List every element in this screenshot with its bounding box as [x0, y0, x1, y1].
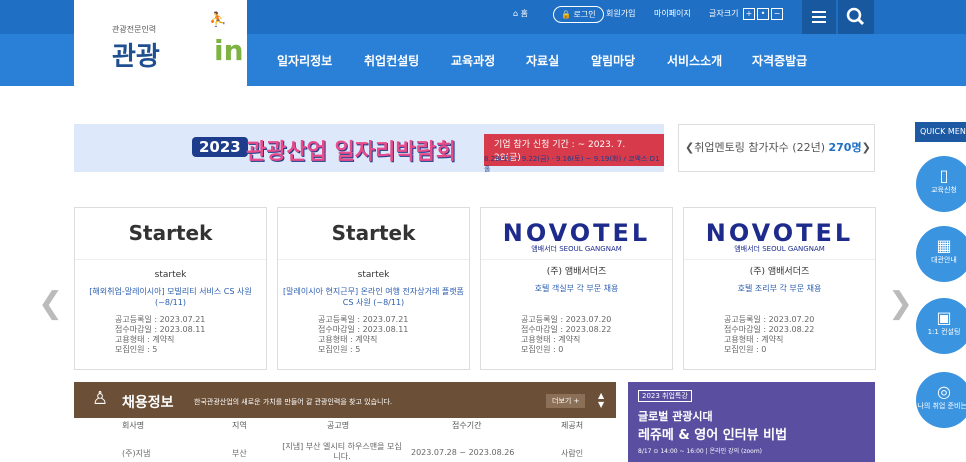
mypage-link[interactable]: 마이페이지: [654, 8, 691, 19]
banner-title: 관광산업 일자리박람회: [246, 140, 457, 165]
jobs-title: 채용정보: [122, 395, 174, 411]
mentoring-counter: ❮취업멘토링 참가자수 (22년) 270명❯: [678, 124, 875, 172]
promo-title2: 레쥬메 & 영어 인터뷰 비법: [638, 428, 788, 443]
jobs-desc: 한국관광산업의 새로운 가치를 만들어 갈 관광인력을 찾고 있습니다.: [194, 398, 393, 406]
job-card[interactable]: NOVOTEL 앰배서더 SEOUL GANGNAM (주) 앰배서더즈 호텔 …: [480, 207, 673, 370]
font-decrease-button[interactable]: −: [771, 8, 783, 20]
quick-education[interactable]: ▯ 교육신청: [916, 156, 966, 212]
banner-year: 2023: [192, 137, 248, 157]
font-increase-button[interactable]: +: [743, 8, 755, 20]
card-company: startek: [154, 270, 187, 280]
nav-consulting[interactable]: 취업컨설팅: [364, 52, 419, 69]
card-meta: 공고등록일 : 2023.07.21 접수마감일 : 2023.08.11 고용형태…: [115, 315, 206, 354]
card-title[interactable]: 호텔 객실부 각 부문 채용: [481, 283, 672, 294]
card-meta: 공고등록일 : 2023.07.20 접수마감일 : 2023.08.22 고용형태…: [521, 315, 612, 354]
logo-figure-icon: ⛹: [209, 12, 227, 28]
card-company: (주) 앰배서더즈: [546, 267, 607, 277]
event-banner[interactable]: 2023 관광산업 일자리박람회 기업 참가 신청 기간 : ~ 2023. 7…: [74, 124, 664, 172]
quick-job-check[interactable]: ◎ 나의 취업 준비는?: [916, 372, 966, 428]
nav-education[interactable]: 교육과정: [451, 52, 495, 69]
jobs-header: ♙ 채용정보 한국관광산업의 새로운 가치를 만들어 갈 관광인력을 찾고 있습…: [74, 382, 616, 418]
font-size-control: 글자크기 + • −: [709, 8, 783, 20]
card-company: startek: [357, 270, 390, 280]
card-meta: 공고등록일 : 2023.07.21 접수마감일 : 2023.08.11 고용형태…: [318, 315, 409, 354]
site-logo[interactable]: 관광전문인력 관광 ⛹ in: [74, 0, 247, 86]
nav-notice[interactable]: 알림마당: [591, 52, 635, 69]
calendar-icon: ▦: [936, 236, 952, 255]
counter-label: 취업멘토링 참가자수 (22년): [694, 141, 825, 154]
font-reset-button[interactable]: •: [757, 8, 769, 20]
card-title[interactable]: 호텔 조리부 각 부문 채용: [684, 283, 875, 294]
banner-schedule: 8.26(토) ~ 9.22(금) · 9.16(토) ~ 9.19(화) / …: [484, 155, 660, 172]
quick-rental[interactable]: ▦ 대관안내: [916, 226, 966, 282]
logo-word: 관광: [112, 42, 160, 72]
card-title[interactable]: [해외취업-말레이시아] 모빌리티 서비스 CS 사원 (~8/11): [75, 286, 266, 308]
nav-jobs[interactable]: 일자리정보: [277, 52, 332, 69]
card-meta: 공고등록일 : 2023.07.20 접수마감일 : 2023.08.22 고용형태…: [724, 315, 815, 354]
signup-link[interactable]: 회원가입: [606, 8, 635, 19]
counter-prev-icon[interactable]: ❮: [685, 141, 694, 154]
document-icon: ▯: [939, 166, 949, 185]
nav-resources[interactable]: 자료실: [526, 52, 559, 69]
logo-tagline: 관광전문인력: [112, 25, 157, 34]
carousel-next-icon[interactable]: ❯: [888, 286, 913, 321]
search-button[interactable]: [838, 0, 874, 34]
font-size-label: 글자크기: [709, 9, 739, 18]
search-icon: [846, 7, 865, 26]
logo-in: in: [214, 34, 244, 67]
card-title[interactable]: [말레이시아 현지근무] 온라인 여행 전자상거래 플랫폼 CS 사원 (~8/…: [278, 286, 469, 308]
search-person-icon: ◎: [937, 382, 951, 401]
jobs-scroll-icon[interactable]: ▲ ▼: [598, 391, 604, 409]
home-link[interactable]: ⌂ 홈: [513, 8, 528, 19]
jobs-section: ♙ 채용정보 한국관광산업의 새로운 가치를 만들어 갈 관광인력을 찾고 있습…: [74, 382, 616, 462]
promo-title: 글로벌 관광시대: [638, 410, 713, 423]
jobs-more-button[interactable]: 더보기 +: [546, 394, 586, 408]
counter-value: 270명: [828, 141, 862, 154]
company-logo: Startek: [278, 208, 469, 260]
hamburger-icon: [812, 11, 826, 23]
job-card[interactable]: Startek startek [해외취업-말레이시아] 모빌리티 서비스 CS…: [74, 207, 267, 370]
company-logo: Startek: [75, 208, 266, 260]
job-card[interactable]: Startek startek [말레이시아 현지근무] 온라인 여행 전자상거…: [277, 207, 470, 370]
quick-consulting[interactable]: ▣ 1:1 컨설팅: [916, 298, 966, 354]
promo-banner[interactable]: 2023 취업특강 글로벌 관광시대 레쥬메 & 영어 인터뷰 비법 8/17 …: [628, 382, 875, 462]
jobs-columns: 회사명 지역 공고명 접수기간 제공처: [122, 421, 584, 430]
card-company: (주) 앰배서더즈: [749, 267, 810, 277]
monitor-icon: ▣: [936, 308, 952, 327]
menu-button[interactable]: [802, 0, 836, 34]
quick-menu-title: QUICK MENU: [915, 122, 966, 142]
login-button[interactable]: 🔒 로그인: [553, 6, 604, 23]
carousel-prev-icon[interactable]: ❮: [38, 286, 63, 321]
promo-date: 8/17 ⊙ 14:00 ~ 16:00 | 온라인 강의 (zoom): [638, 448, 763, 455]
nav-certificate[interactable]: 자격증발급: [752, 52, 807, 69]
job-card[interactable]: NOVOTEL 앰배서더 SEOUL GANGNAM (주) 앰배서더즈 호텔 …: [683, 207, 876, 370]
promo-tag: 2023 취업특강: [638, 390, 692, 402]
person-icon: ♙: [92, 388, 109, 409]
nav-service[interactable]: 서비스소개: [667, 52, 722, 69]
counter-next-icon[interactable]: ❯: [862, 141, 871, 154]
